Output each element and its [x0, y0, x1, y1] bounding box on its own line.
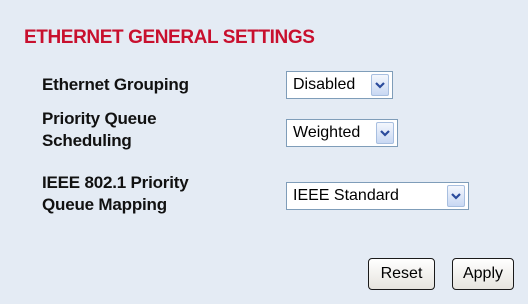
apply-button[interactable]: Apply	[452, 258, 514, 290]
ieee-priority-queue-mapping-value: IEEE Standard	[293, 187, 399, 204]
ieee-priority-queue-mapping-select[interactable]: IEEE Standard	[286, 182, 469, 210]
reset-button[interactable]: Reset	[368, 258, 435, 290]
chevron-down-icon[interactable]	[447, 185, 465, 207]
section-title: ETHERNET GENERAL SETTINGS	[24, 27, 315, 48]
priority-queue-scheduling-label: Priority Queue Scheduling	[42, 109, 157, 150]
ethernet-grouping-select[interactable]: Disabled	[286, 71, 393, 99]
chevron-down-icon[interactable]	[376, 122, 394, 144]
priority-queue-scheduling-value: Weighted	[293, 124, 361, 141]
chevron-down-icon[interactable]	[371, 74, 389, 96]
priority-queue-scheduling-select[interactable]: Weighted	[286, 119, 398, 147]
ieee-priority-queue-mapping-label: IEEE 802.1 Priority Queue Mapping	[42, 173, 189, 214]
ethernet-general-settings-panel: ETHERNET GENERAL SETTINGS Ethernet Group…	[0, 0, 528, 304]
ethernet-grouping-value: Disabled	[293, 76, 356, 93]
ethernet-grouping-label: Ethernet Grouping	[42, 75, 189, 94]
